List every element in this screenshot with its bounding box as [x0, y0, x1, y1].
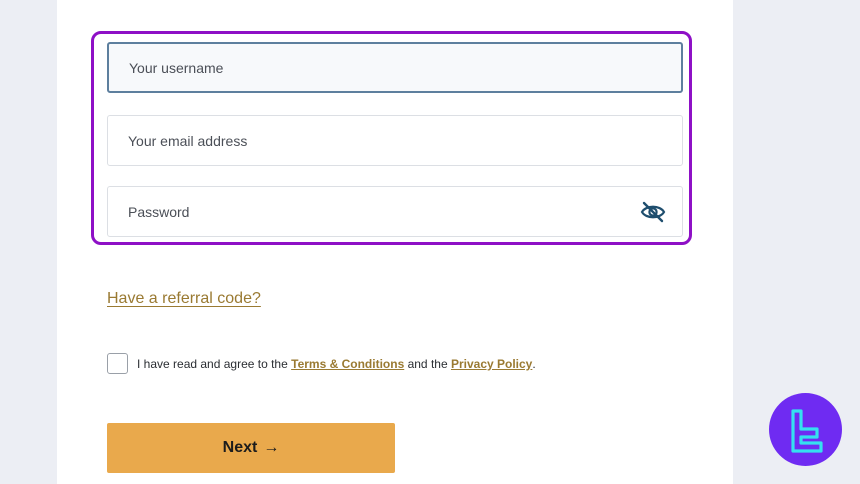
password-field[interactable] — [107, 186, 683, 237]
brand-logo-icon — [769, 393, 842, 466]
username-input[interactable] — [109, 44, 681, 91]
password-input[interactable] — [108, 187, 682, 236]
arrow-right-icon: → — [263, 439, 280, 456]
next-button-label: Next — [222, 439, 258, 456]
eye-slash-icon[interactable] — [640, 201, 666, 223]
email-field[interactable] — [107, 115, 683, 166]
username-field[interactable] — [107, 42, 683, 93]
agreement-middle: and the — [404, 357, 451, 371]
terms-link[interactable]: Terms & Conditions — [291, 357, 404, 371]
agreement-suffix: . — [532, 357, 536, 371]
agreement-text: I have read and agree to the Terms & Con… — [137, 357, 536, 371]
agree-checkbox[interactable] — [107, 353, 128, 374]
next-button[interactable]: Next → — [107, 423, 395, 473]
privacy-link[interactable]: Privacy Policy — [451, 357, 532, 371]
agreement-prefix: I have read and agree to the — [137, 357, 292, 371]
referral-code-link[interactable]: Have a referral code? — [107, 290, 261, 308]
email-input[interactable] — [108, 116, 682, 165]
